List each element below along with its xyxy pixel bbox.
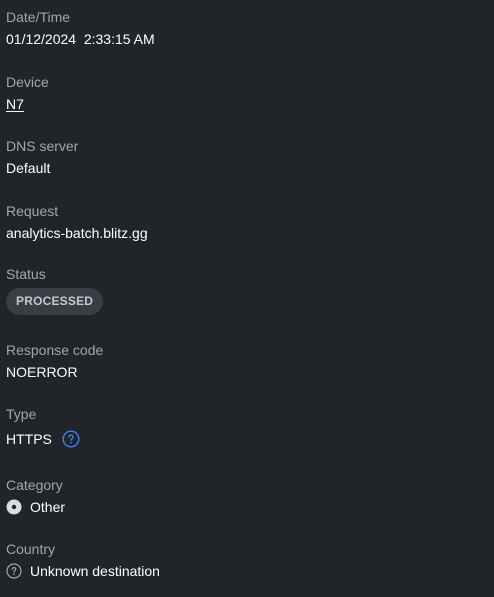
filled-dot-circle-icon	[6, 499, 22, 515]
question-circle-icon	[6, 563, 22, 579]
category-label: Category	[6, 477, 63, 493]
device-link[interactable]: N7	[6, 96, 24, 112]
status-label: Status	[6, 266, 46, 282]
field-type: Type HTTPS	[6, 406, 488, 448]
question-circle-icon[interactable]	[62, 430, 80, 448]
type-value: HTTPS	[6, 430, 488, 448]
request-value: analytics-batch.blitz.gg	[6, 225, 488, 241]
device-label: Device	[6, 74, 49, 90]
response-code-text: NOERROR	[6, 364, 78, 380]
country-text: Unknown destination	[30, 563, 160, 579]
datetime-value: 01/12/2024 2:33:15 AM	[6, 31, 488, 47]
field-response-code: Response code NOERROR	[6, 342, 488, 380]
field-request: Request analytics-batch.blitz.gg	[6, 203, 488, 241]
category-value: Other	[6, 499, 488, 515]
request-label: Request	[6, 203, 59, 219]
dns-server-text: Default	[6, 160, 51, 176]
country-value: Unknown destination	[6, 563, 488, 579]
field-dns-server: DNS server Default	[6, 138, 488, 176]
type-label: Type	[6, 406, 37, 422]
datetime-text: 01/12/2024 2:33:15 AM	[6, 31, 155, 47]
field-country: Country Unknown destination	[6, 541, 488, 579]
status-badge: PROCESSED	[6, 288, 104, 315]
field-device: Device N7	[6, 74, 488, 112]
category-text: Other	[30, 499, 66, 515]
device-value: N7	[6, 96, 488, 112]
response-code-label: Response code	[6, 342, 104, 358]
field-datetime: Date/Time 01/12/2024 2:33:15 AM	[6, 9, 488, 47]
field-status: Status PROCESSED	[6, 266, 488, 315]
dns-server-label: DNS server	[6, 138, 79, 154]
field-category: Category Other	[6, 477, 488, 515]
country-label: Country	[6, 541, 56, 557]
datetime-label: Date/Time	[6, 9, 71, 25]
dns-server-value: Default	[6, 160, 488, 176]
response-code-value: NOERROR	[6, 364, 488, 380]
type-text: HTTPS	[6, 431, 52, 447]
request-domain: analytics-batch.blitz.gg	[6, 225, 148, 241]
